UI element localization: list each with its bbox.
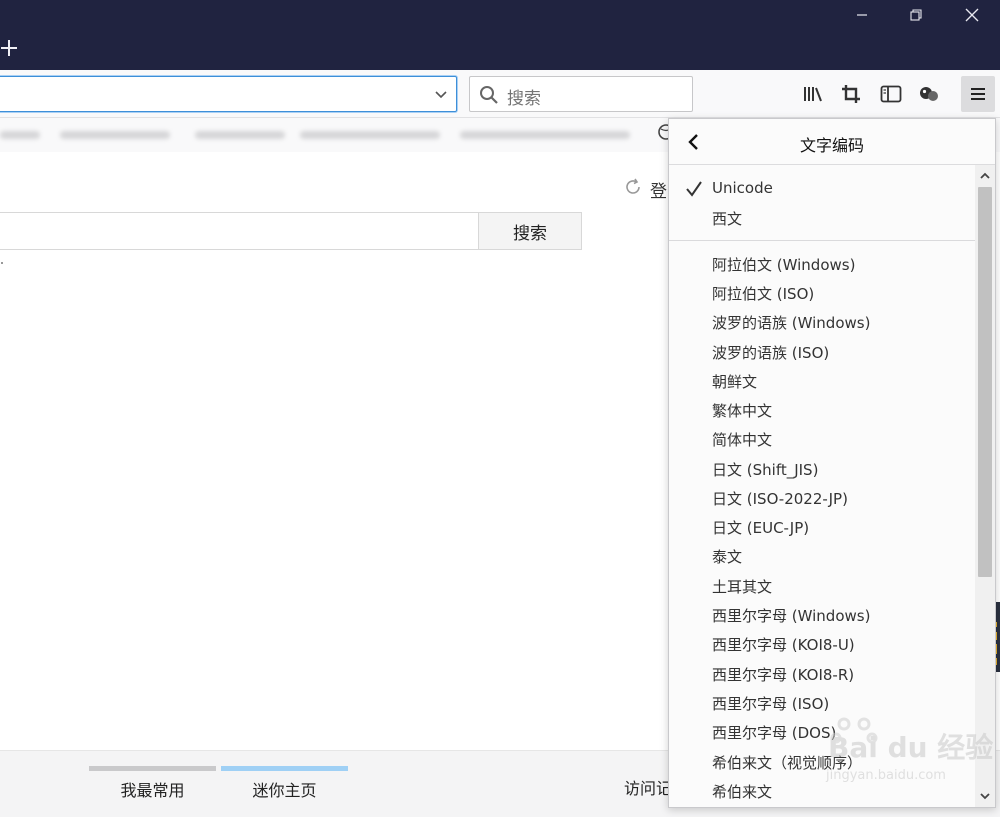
minimize-button[interactable] [840,0,884,30]
bookmark-item[interactable] [60,131,170,139]
bookmark-item[interactable] [300,131,440,139]
chevron-down-icon [980,793,990,800]
encoding-item[interactable]: 日文 (ISO-2022-JP) [669,483,975,512]
encoding-item[interactable]: 西里尔字母 (KOI8-U) [669,629,975,658]
page-search-input[interactable] [0,212,480,250]
sync-icon [626,178,640,194]
bookmark-item[interactable] [460,131,630,139]
chevron-down-icon [435,91,447,99]
encoding-item[interactable]: 波罗的语族 (Windows) [669,307,975,336]
scroll-thumb[interactable] [978,187,992,577]
navigation-toolbar: 搜索 [0,70,1000,118]
encoding-item[interactable]: 西里尔字母 (Windows) [669,600,975,629]
scroll-up-button[interactable] [975,167,995,185]
sidebar-icon [880,85,902,103]
menu-separator [669,240,975,241]
encoding-item-western[interactable]: 西文 [669,203,975,232]
url-bar[interactable] [0,76,457,112]
encoding-item[interactable]: 土耳其文 [669,571,975,600]
encoding-item[interactable]: 阿拉伯文 (ISO) [669,278,975,307]
panel-scrollbar[interactable] [975,165,995,807]
encoding-item[interactable]: 阿拉伯文 (Windows) [669,249,975,278]
hamburger-menu-icon [971,88,985,100]
open-menu-button[interactable] [961,76,995,112]
tab-most-used[interactable]: 我最常用 [89,777,216,801]
minimize-icon [857,14,867,16]
page-search-button[interactable]: 搜索 [478,212,582,250]
decorative-dot [1,262,3,264]
encoding-item[interactable]: 简体中文 [669,424,975,453]
close-button[interactable] [950,0,994,30]
sidebar-button[interactable] [876,78,906,110]
baidu-watermark: Bai du 经验 jingyan.baidu.com [768,712,993,792]
tab-indicator-active [221,766,348,771]
login-link[interactable]: 登 [650,177,667,202]
text-encoding-panel: 文字编码 Unicode 西文 阿拉伯文 (Windows) 阿拉伯文 (ISO… [668,118,996,808]
watermark-brand: Bai du 经验 [828,731,994,764]
encoding-item[interactable]: 日文 (Shift_JIS) [669,454,975,483]
encoding-item[interactable]: 繁体中文 [669,395,975,424]
tab-indicator [89,766,216,771]
encoding-list: Unicode 西文 阿拉伯文 (Windows) 阿拉伯文 (ISO) 波罗的… [669,165,975,807]
crop-icon [842,85,860,103]
encoding-item[interactable]: 西里尔字母 (KOI8-R) [669,659,975,688]
new-tab-button[interactable] [0,34,22,62]
panel-title: 文字编码 [799,136,864,155]
checkmark-icon [686,181,702,197]
plus-icon [1,40,17,56]
search-placeholder: 搜索 [507,89,541,109]
title-bar [0,0,1000,70]
restore-button[interactable] [894,0,938,30]
encoding-item[interactable]: 泰文 [669,541,975,570]
search-icon [480,86,498,104]
close-icon [965,8,979,22]
bookmark-item[interactable] [0,131,40,139]
scroll-down-button[interactable] [975,787,995,805]
extension-button[interactable] [914,78,944,110]
tab-visit-history[interactable]: 访问记 [624,775,672,799]
restore-icon [910,9,922,21]
encoding-item-unicode[interactable]: Unicode [669,174,975,203]
encoding-item[interactable]: 波罗的语族 (ISO) [669,337,975,366]
library-icon [804,87,822,102]
tab-mini-home[interactable]: 迷你主页 [221,777,348,801]
url-dropdown-button[interactable] [432,85,450,103]
encoding-item[interactable]: 朝鲜文 [669,366,975,395]
bookmark-item[interactable] [195,131,285,139]
library-button[interactable] [798,78,828,110]
panel-header: 文字编码 [669,119,995,165]
chevron-up-icon [980,172,990,179]
encoding-item[interactable]: 日文 (EUC-JP) [669,512,975,541]
extension-icon [920,87,938,101]
screenshot-button[interactable] [836,78,866,110]
watermark-url: jingyan.baidu.com [826,768,946,783]
search-bar[interactable]: 搜索 [469,76,693,112]
